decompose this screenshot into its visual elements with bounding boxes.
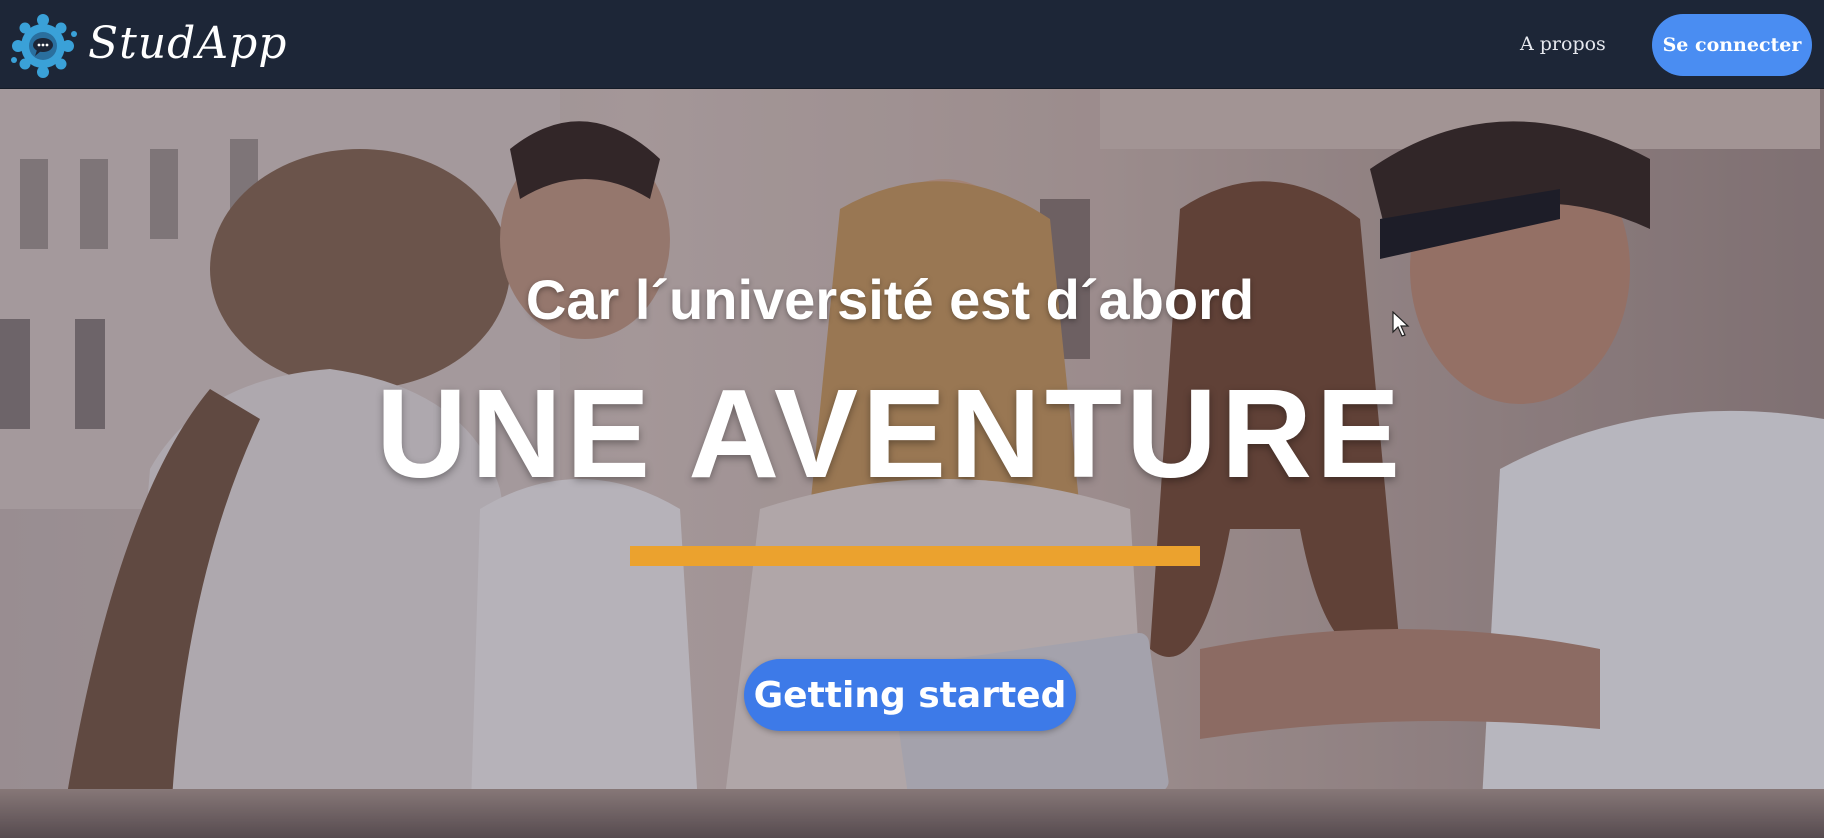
- hero-accent-divider: [630, 546, 1200, 566]
- login-button[interactable]: Se connecter: [1652, 14, 1812, 76]
- nav-link-about[interactable]: A propos: [1520, 33, 1606, 55]
- page: StudApp A propos Se connecter Car l´univ…: [0, 0, 1824, 838]
- mouse-pointer-icon: [1392, 311, 1410, 337]
- brand-home-link[interactable]: StudApp: [10, 12, 287, 78]
- hero-section: Car l´université est d´abord UNE AVENTUR…: [0, 89, 1824, 838]
- getting-started-button[interactable]: Getting started: [744, 659, 1076, 731]
- hero-title: UNE AVENTURE: [375, 363, 1405, 504]
- navbar: StudApp A propos Se connecter: [0, 0, 1824, 89]
- brand-name: StudApp: [88, 17, 288, 69]
- logo-icon: [11, 14, 77, 78]
- hero-subtitle: Car l´université est d´abord: [525, 268, 1255, 331]
